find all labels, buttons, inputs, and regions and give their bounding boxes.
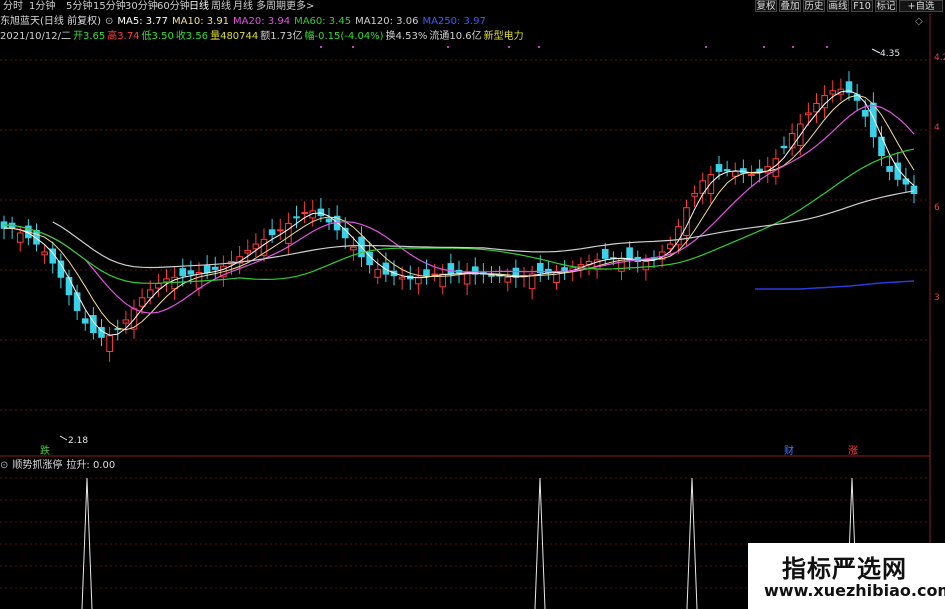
candle-body <box>41 251 48 256</box>
indicator-panel <box>81 477 858 609</box>
indicator-settings-icon[interactable]: ⊙ <box>0 459 8 473</box>
candle-body <box>691 193 698 197</box>
candle-body <box>73 292 81 311</box>
candle-body <box>106 335 113 352</box>
indicator-name: 顺势抓涨停 <box>12 460 63 471</box>
low-pointer <box>59 435 68 441</box>
candle-body <box>293 216 300 219</box>
candle-body <box>788 132 796 149</box>
candle-body <box>675 226 682 246</box>
candle-body <box>268 229 276 236</box>
candle-body <box>707 174 715 194</box>
event-marker: 跌 <box>40 444 50 457</box>
candle-body <box>780 145 788 149</box>
signal-dot <box>763 46 765 48</box>
candle-body <box>374 268 382 278</box>
candle-body <box>203 265 211 274</box>
candle-body <box>16 232 24 243</box>
candle-body <box>626 247 633 261</box>
candle-body <box>155 283 162 289</box>
candle-body <box>731 170 739 177</box>
candle-body <box>382 262 390 275</box>
candle-body <box>65 276 73 296</box>
expand-icon: ◇ <box>915 16 923 27</box>
signal-dot <box>447 46 449 48</box>
candle-body <box>244 249 252 254</box>
y-tick-label: 6 <box>934 203 940 213</box>
candle-body <box>805 112 812 116</box>
candle-body <box>829 90 837 95</box>
signal-dot <box>320 46 322 48</box>
candle-body <box>910 185 918 195</box>
price-chart[interactable]: 4.2 4 6 3 4.35 2.18 跌 财 涨 ◇ <box>0 0 945 609</box>
chart-labels: 4.35 2.18 跌 财 涨 ◇ <box>40 16 923 457</box>
candle-body <box>601 248 609 259</box>
event-marker: 涨 <box>848 445 858 457</box>
candle-body <box>163 278 170 283</box>
event-marker: 财 <box>784 444 794 457</box>
candle-body <box>723 169 731 172</box>
signal-dot <box>352 46 354 48</box>
candle-body <box>398 276 406 280</box>
candle-body <box>642 260 650 271</box>
candle-body <box>317 208 325 217</box>
indicator-spike <box>81 477 93 609</box>
candle-body <box>179 268 187 277</box>
indicator-spike <box>534 477 546 609</box>
candle-body <box>504 276 512 283</box>
ma120-line <box>52 190 915 269</box>
y-tick-label: 4 <box>934 123 940 133</box>
candle-body <box>350 246 357 251</box>
candle-body <box>666 243 674 250</box>
candle-body <box>325 218 333 223</box>
candle-body <box>577 264 585 268</box>
candle-body <box>488 274 495 277</box>
candle-body <box>886 166 893 172</box>
signal-dot <box>792 46 794 48</box>
candle-body <box>211 266 219 270</box>
candle-body <box>715 164 723 172</box>
candle-body <box>861 109 869 117</box>
indicator-spike <box>686 477 698 609</box>
candle-body <box>772 158 780 177</box>
signal-dot <box>508 46 510 48</box>
signal-dot <box>705 46 707 48</box>
candle-body <box>748 174 755 177</box>
y-tick-label: 3 <box>934 293 940 303</box>
candle-body <box>138 297 146 307</box>
candle-body <box>423 269 430 277</box>
high-pointer <box>871 48 881 54</box>
candle-body <box>285 223 292 244</box>
candle-body <box>561 267 568 272</box>
y-tick-label: 4.2 <box>934 53 945 63</box>
low-price-label: 2.18 <box>68 436 88 446</box>
high-price-label: 4.35 <box>880 49 900 59</box>
ma10-line <box>4 94 915 331</box>
candle-body <box>276 229 284 232</box>
indicator-legend: ⊙ 顺势抓涨停 拉升: 0.00 <box>0 459 119 473</box>
watermark: 指标严选网 www.xuezhibiao.com <box>748 543 945 609</box>
candle-body <box>301 211 308 214</box>
signal-dot <box>826 46 828 48</box>
watermark-title: 指标严选网 <box>782 555 907 583</box>
candle-body <box>252 243 260 250</box>
candle-body <box>870 102 877 138</box>
signal-dot <box>538 46 540 48</box>
candle-body <box>81 318 89 324</box>
candle-body <box>756 168 763 172</box>
indicator-value: 拉升: 0.00 <box>66 460 116 471</box>
watermark-url: www.xuezhibiao.com <box>764 581 945 600</box>
candle-body <box>447 263 455 275</box>
candle-body <box>187 270 195 275</box>
candles <box>0 71 918 362</box>
ma250-line <box>755 280 915 290</box>
candle-body <box>122 319 130 324</box>
